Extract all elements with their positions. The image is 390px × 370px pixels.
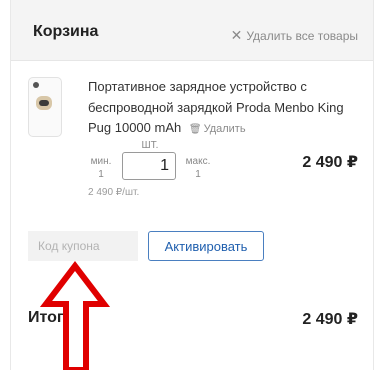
qty-min: мин. 1 — [88, 155, 114, 181]
clear-all-button[interactable]: ✕ Удалить все товары — [231, 27, 358, 44]
remove-item-button[interactable]: 🗑 Удалить — [189, 123, 246, 135]
qty-min-value: 1 — [98, 169, 104, 180]
total-value: 2 490 ₽ — [302, 311, 358, 328]
qty-min-label: мин. — [90, 156, 112, 167]
pug-image-icon — [36, 96, 52, 110]
coupon-input[interactable] — [28, 231, 138, 261]
activate-coupon-button[interactable]: Активировать — [148, 231, 264, 261]
cart-title: Корзина — [33, 23, 99, 40]
cart-panel: Корзина ✕ Удалить все товары Портативное … — [10, 0, 374, 370]
qty-max-label: макс. — [185, 156, 211, 167]
qty-unit-label: ШТ. — [141, 140, 159, 151]
line-total: 2 490 ₽ — [302, 154, 358, 171]
cart-header: Корзина ✕ Удалить все товары — [11, 0, 373, 61]
x-icon: ✕ — [230, 27, 243, 43]
quantity-field[interactable] — [122, 152, 176, 180]
remove-item-label: Удалить — [203, 123, 246, 135]
product-thumbnail[interactable] — [28, 77, 62, 137]
quantity-input[interactable] — [123, 153, 175, 179]
unit-price: 2 490 ₽/шт. — [88, 187, 140, 198]
trash-icon: 🗑 — [188, 124, 202, 135]
total-label: Итого — [28, 309, 74, 326]
clear-all-label: Удалить все товары — [246, 29, 358, 43]
qty-max: макс. 1 — [182, 155, 214, 181]
qty-max-value: 1 — [195, 169, 201, 180]
product-info: Портативное зарядное устройство с беспро… — [88, 77, 353, 141]
camera-dot-icon — [33, 82, 39, 88]
